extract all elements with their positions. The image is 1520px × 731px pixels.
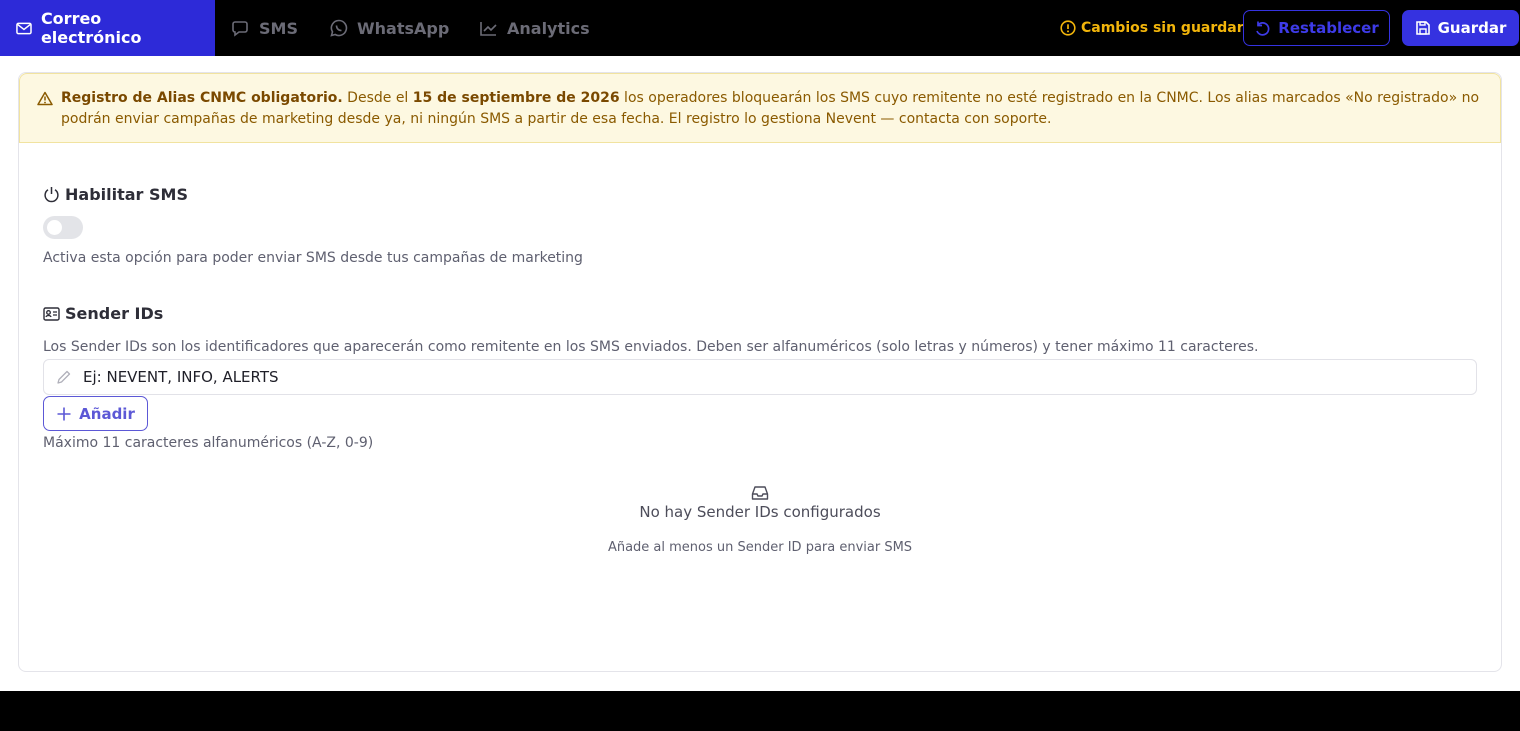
tab-sms[interactable]: SMS [232, 0, 298, 56]
sender-id-hint: Máximo 11 caracteres alfanuméricos (A-Z,… [43, 435, 374, 451]
unsaved-label: Cambios sin guardar [1081, 20, 1244, 36]
sms-settings-card: Registro de Alias CNMC obligatorio. Desd… [18, 72, 1502, 672]
sender-id-input-field [43, 359, 1477, 395]
empty-state-title: No hay Sender IDs configurados [639, 503, 881, 521]
enable-sms-heading: Habilitar SMS [43, 185, 188, 204]
add-label: Añadir [79, 404, 135, 423]
tab-sms-label: SMS [259, 18, 298, 38]
tab-analytics-label: Analytics [507, 18, 590, 38]
sender-ids-heading: Sender IDs [43, 304, 163, 323]
undo-icon [1256, 21, 1270, 36]
tab-analytics[interactable]: Analytics [479, 0, 590, 56]
tab-email[interactable]: Correo electrónico [0, 0, 215, 56]
tab-email-label: Correo electrónico [40, 9, 142, 47]
save-button[interactable]: Guardar [1402, 10, 1519, 46]
reset-button[interactable]: Restablecer [1243, 10, 1390, 46]
sender-id-input[interactable] [83, 368, 1463, 386]
top-navigation-bar: Correo electrónico SMS WhatsApp Analytic… [0, 0, 1520, 56]
unsaved-changes-indicator: Cambios sin guardar [1060, 17, 1244, 39]
warning-triangle-icon [37, 91, 53, 106]
empty-state: No hay Sender IDs configurados Añade al … [19, 485, 1501, 555]
alert-circle-icon [1060, 20, 1076, 36]
alert-text-before: Desde el [342, 90, 413, 106]
chart-icon [480, 21, 497, 36]
plus-icon [57, 407, 71, 420]
add-sender-id-button[interactable]: Añadir [43, 396, 148, 431]
main-content: Registro de Alias CNMC obligatorio. Desd… [0, 56, 1520, 691]
empty-state-subtitle: Añade al menos un Sender ID para enviar … [607, 540, 913, 555]
save-icon [1415, 21, 1430, 35]
enable-sms-toggle[interactable] [43, 216, 83, 239]
enable-sms-title: Habilitar SMS [65, 185, 188, 204]
save-label: Guardar [1437, 19, 1507, 37]
alert-title: Registro de Alias CNMC obligatorio. [61, 90, 343, 106]
mail-icon [16, 22, 32, 34]
tab-whatsapp-label: WhatsApp [357, 18, 450, 38]
chat-icon [232, 20, 248, 37]
sender-ids-description: Los Sender IDs son los identificadores q… [43, 339, 1259, 355]
toggle-knob [47, 220, 62, 235]
id-card-icon [43, 306, 60, 321]
pencil-icon [57, 370, 71, 384]
alert-date: 15 de septiembre de 2026 [412, 90, 620, 106]
sender-ids-title: Sender IDs [65, 304, 164, 323]
cnmc-alert-banner: Registro de Alias CNMC obligatorio. Desd… [19, 73, 1501, 143]
enable-sms-help: Activa esta opción para poder enviar SMS… [43, 250, 583, 266]
bottom-black-area [0, 691, 1520, 731]
inbox-icon [751, 486, 769, 500]
reset-label: Restablecer [1278, 19, 1379, 37]
power-icon [44, 187, 59, 203]
whatsapp-icon [330, 19, 348, 37]
tab-whatsapp[interactable]: WhatsApp [330, 0, 449, 56]
